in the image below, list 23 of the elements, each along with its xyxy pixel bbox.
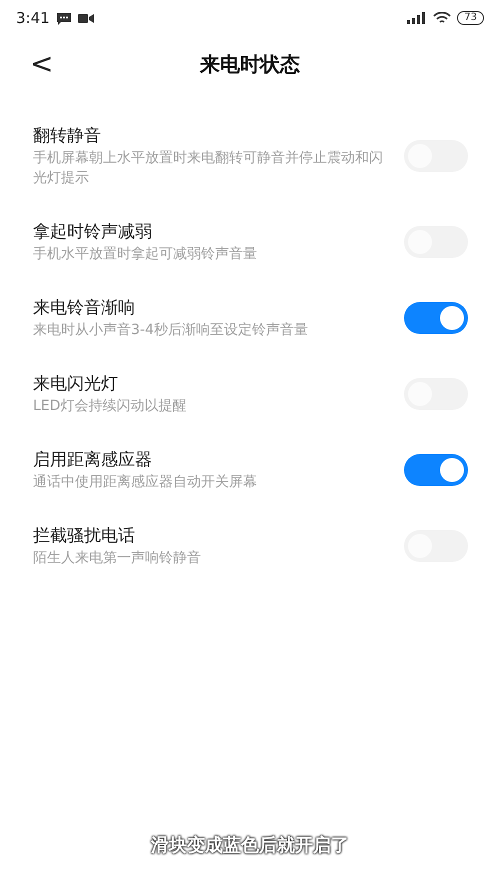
battery-indicator: 73: [457, 11, 484, 25]
setting-description: LED灯会持续闪动以提醒: [33, 397, 188, 416]
setting-description: 手机水平放置时拿起可减弱铃声音量: [33, 245, 258, 264]
setting-title: 拦截骚扰电话: [33, 525, 136, 548]
setting-title: 来电铃音渐响: [33, 297, 136, 320]
setting-description: 来电时从小声音3-4秒后渐响至设定铃声音量: [33, 321, 309, 340]
back-button[interactable]: <: [30, 50, 54, 78]
setting-title: 来电闪光灯: [33, 373, 119, 396]
clock: 3:41: [16, 8, 50, 29]
video-camera-icon: [78, 12, 94, 24]
toggle-switch[interactable]: [404, 454, 468, 486]
setting-description: 手机屏幕朝上水平放置时来电翻转可静音并停止震动和闪光灯提示: [33, 149, 383, 188]
signal-icon: [407, 12, 428, 24]
page-title: 来电时状态: [200, 51, 300, 78]
wifi-icon: [433, 12, 452, 24]
toggle-switch[interactable]: [404, 302, 468, 334]
setting-title: 拿起时铃声减弱: [33, 221, 153, 244]
setting-description: 通话中使用距离感应器自动开关屏幕: [33, 473, 258, 492]
message-icon: [56, 12, 72, 24]
setting-description: 陌生人来电第一声响铃静音: [33, 549, 202, 568]
setting-title: 启用距离感应器: [33, 449, 153, 472]
setting-title: 翻转静音: [33, 125, 102, 148]
video-caption: 滑块变成蓝色后就开启了: [148, 833, 350, 858]
